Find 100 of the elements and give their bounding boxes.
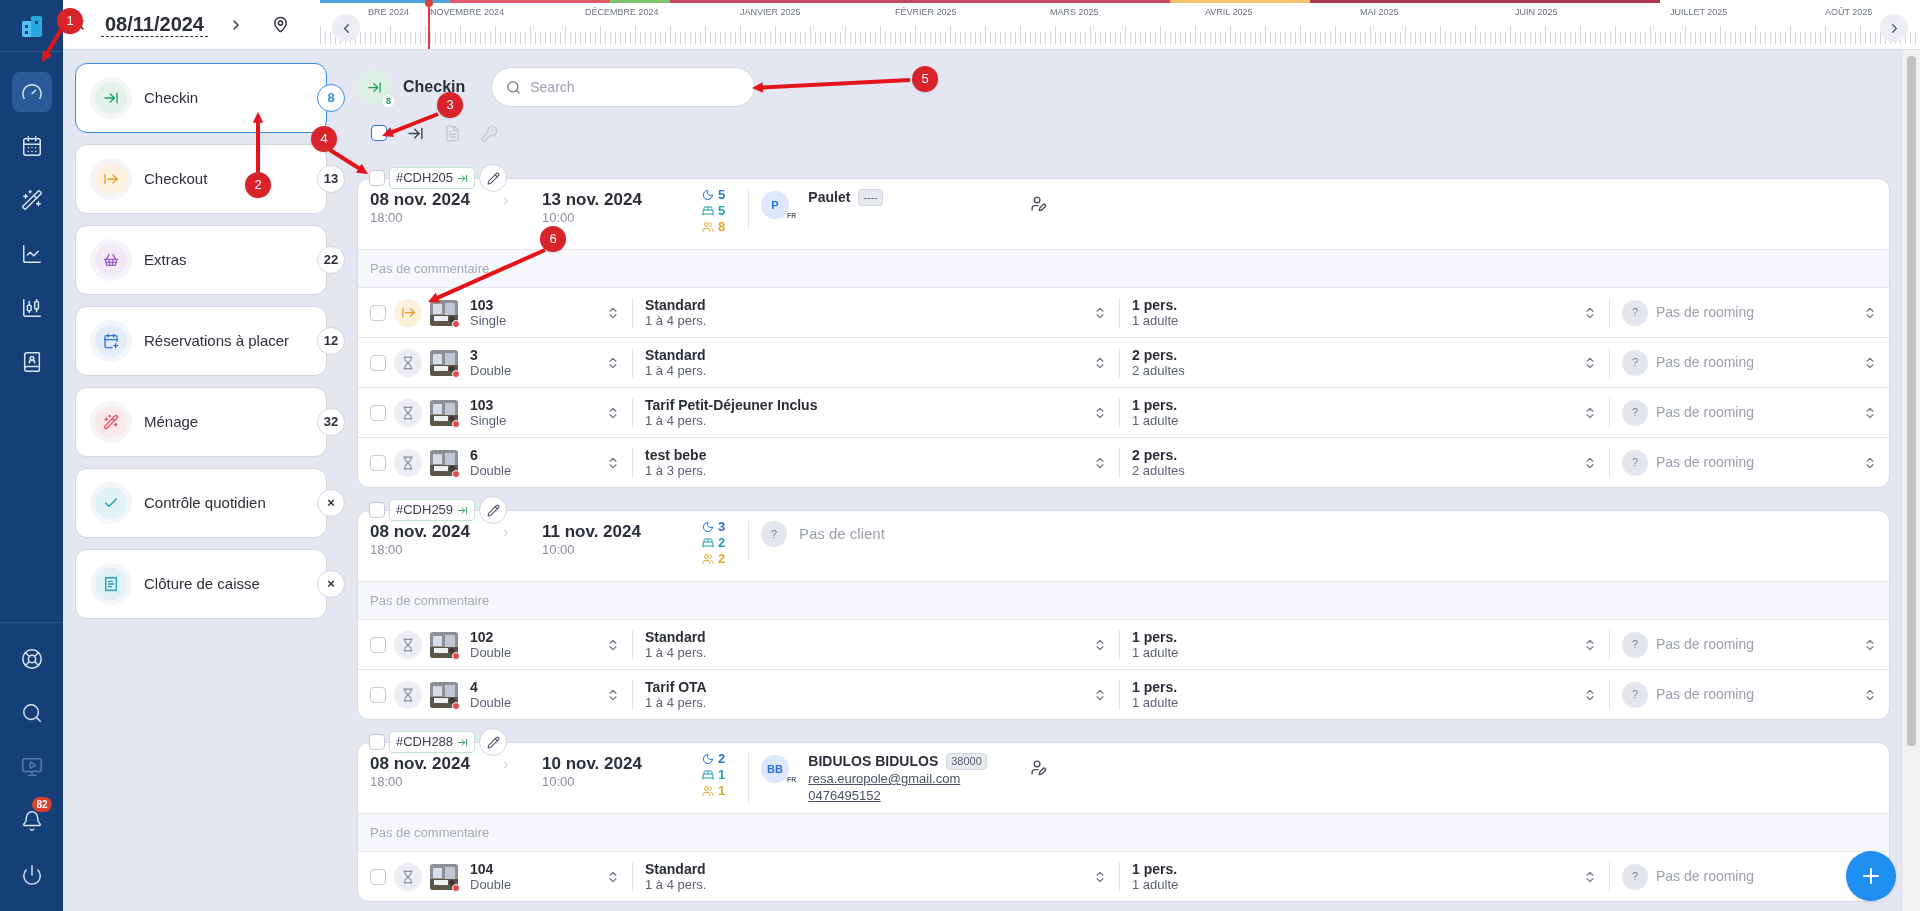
timeline-month: MARS 2025 [1050,6,1100,19]
checkbox[interactable] [369,734,385,750]
booking-reference-tag[interactable]: #CDH259 [389,499,476,521]
checkbox[interactable] [370,868,386,885]
candlestick-chart-icon [20,297,43,319]
room-type: Double [470,362,513,379]
client-tag: 38000 [946,753,987,770]
night-count: 5 [718,187,726,203]
person-count: 1 pers. [1132,860,1179,877]
power-icon [20,864,43,886]
phone-link[interactable]: 0476495152 [808,787,1009,804]
client-avatar: ? [761,521,787,547]
room-number: 4 [470,678,479,695]
rooming-avatar: ? [1622,349,1648,376]
checkbox[interactable] [369,502,385,518]
edit-button[interactable] [479,496,508,524]
rate-name: test bebe [645,446,708,463]
checkbox[interactable] [370,404,386,421]
annotation-arrow [382,112,439,137]
menu-card[interactable]: Clôture de caisse [75,549,327,619]
moon-icon [702,521,714,533]
edit-button[interactable] [479,728,508,756]
timeline-month: AOÛT 2025 [1825,6,1874,19]
guest-count: 2 [718,551,726,567]
edit-client-icon[interactable] [1030,195,1048,212]
bed-count: 2 [718,535,726,551]
arrival-time: 18:00 [370,209,404,227]
checkbox[interactable] [369,170,385,186]
client-tag: ---- [858,189,883,206]
room-type: Double [470,462,513,479]
rooming-avatar: ? [1622,863,1648,890]
adult-count: 2 adultes [1132,362,1186,379]
person-count: 1 pers. [1132,296,1179,313]
email-link[interactable]: resa.europole@gmail.com [808,770,1009,787]
departure-date: 10 nov. 2024 [542,755,643,773]
search-icon [506,80,522,95]
edit-button[interactable] [479,164,508,192]
edit-client-icon[interactable] [1030,759,1048,776]
timeline-next-button[interactable] [1880,14,1908,42]
client-name: BIDULOS BIDULOS [808,753,939,770]
video-screen-icon [20,756,43,778]
night-count: 2 [718,751,726,767]
scrollbar-thumb[interactable] [1907,56,1916,746]
checkbox[interactable] [371,125,387,141]
hourglass-icon[interactable] [394,680,422,709]
room-type: Single [470,312,508,329]
hourglass-icon[interactable] [394,348,422,377]
adult-count: 1 adulte [1132,312,1180,329]
rate-capacity: 1 à 4 pers. [645,644,708,661]
people-icon [702,553,714,565]
timeline-month: BRE 2024 [368,6,411,19]
annotation-arrow [42,27,64,62]
room-type: Double [470,694,513,711]
menu-card[interactable]: Checkin [75,63,327,133]
room-type: Single [470,412,508,429]
notification-badge: 82 [32,797,52,812]
timeline-month: JUIN 2025 [1515,6,1559,19]
departure-time: 10:00 [542,541,576,559]
arrow-to-line-icon [457,736,469,748]
pencil-icon [486,735,500,749]
search-field[interactable]: Search [491,67,756,107]
timeline-previous-button[interactable] [332,14,360,42]
current-date[interactable]: 08/11/2024 [101,12,208,37]
departure-time: 10:00 [542,209,576,227]
rate-name: Tarif OTA [645,678,708,695]
rooming-avatar: ? [1622,299,1648,326]
room-number: 3 [470,346,479,363]
timeline-month: MAI 2025 [1360,6,1400,19]
rate-name: Tarif Petit-Déjeuner Inclus [645,396,819,413]
person-count: 1 pers. [1132,678,1179,695]
arrow-to-line-icon [457,172,469,184]
booking-reference-tag[interactable]: #CDH205 [389,167,476,189]
person-count: 2 pers. [1132,446,1179,463]
timeline-month: AVRIL 2025 [1205,6,1254,19]
magic-wand-icon [20,189,43,211]
rooming-avatar: ? [1622,399,1648,426]
adult-count: 1 adulte [1132,412,1180,429]
booking-reference-tag[interactable]: #CDH288 [389,731,476,753]
arrival-time: 18:00 [370,541,404,559]
menu-card[interactable]: Contrôle quotidien [75,468,327,538]
hourglass-icon[interactable] [394,448,422,477]
hourglass-icon[interactable] [394,630,422,659]
room-type: Double [470,644,513,661]
checkbox[interactable] [370,354,386,371]
hourglass-icon[interactable] [394,398,422,427]
checkbox[interactable] [370,686,386,703]
room-number: 6 [470,446,479,463]
adult-count: 1 adulte [1132,694,1180,711]
checkbox[interactable] [370,304,386,321]
checkout-status-icon[interactable] [394,298,422,327]
timeline-month: JUILLET 2025 [1670,6,1729,19]
checkbox[interactable] [370,636,386,653]
location-pin-icon[interactable] [272,16,289,33]
hourglass-icon[interactable] [394,862,422,891]
adult-count: 1 adulte [1132,876,1180,893]
bell-icon [20,810,43,832]
arrow-to-line-icon [457,504,469,516]
annotation-arrow [328,148,368,174]
checkbox[interactable] [370,454,386,471]
nav-button[interactable] [11,72,52,112]
